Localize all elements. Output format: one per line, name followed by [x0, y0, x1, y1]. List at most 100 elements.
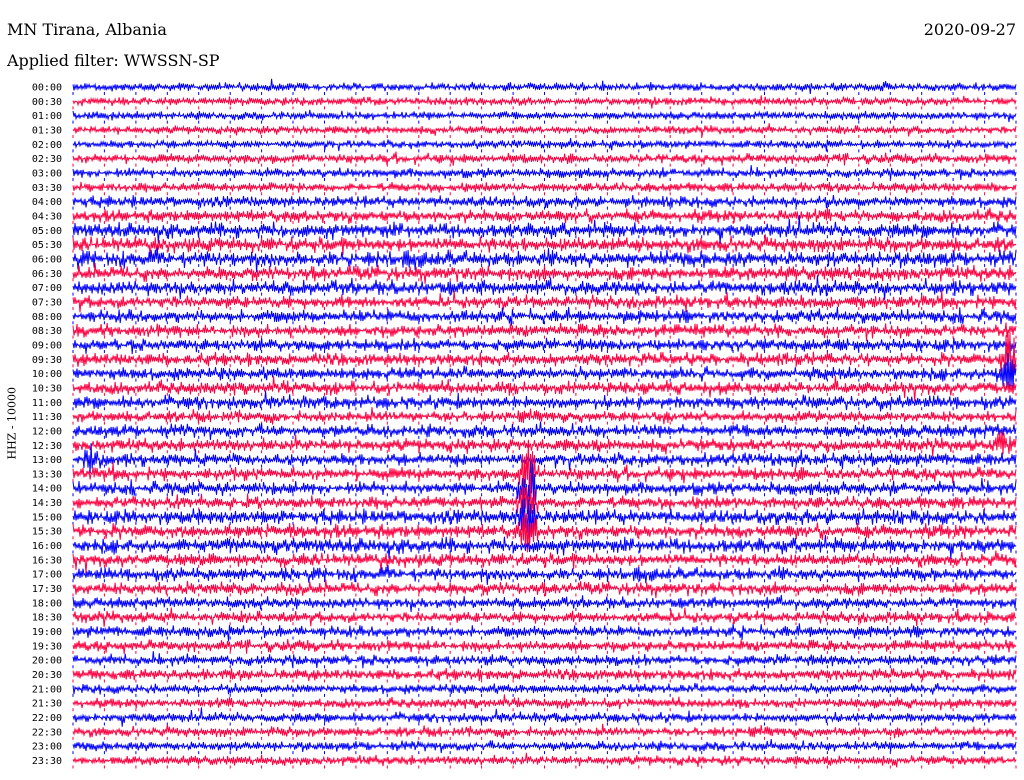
trace-line: [72, 78, 1017, 94]
time-tick-label: 14:00: [32, 484, 62, 495]
time-tick-label: 01:30: [32, 125, 62, 136]
trace-line: [72, 151, 1017, 166]
time-tick-label: 11:00: [32, 398, 62, 409]
time-tick-label: 03:00: [32, 168, 62, 179]
time-tick-label: 22:30: [32, 727, 62, 738]
trace-line: [72, 668, 1017, 682]
trace-line: [72, 123, 1017, 137]
time-tick-label: 02:30: [32, 154, 62, 165]
minute-ticks: [72, 736, 1017, 740]
minute-ticks: [72, 92, 1017, 95]
minute-ticks: [72, 450, 1017, 454]
time-tick-label: 21:30: [32, 699, 62, 710]
time-tick-label: 01:00: [32, 111, 62, 122]
minute-ticks: [72, 564, 1017, 568]
minute-ticks: [72, 149, 1017, 153]
trace-line: [72, 194, 1017, 209]
trace-line: [72, 215, 1017, 245]
time-tick-label: 14:30: [32, 498, 62, 509]
time-tick-label: 15:30: [32, 527, 62, 538]
time-labels: 00:00 00:30 01:00 01:30 02:00 02:30 03:00 03:30…: [32, 83, 62, 768]
time-tick-label: 09:00: [32, 340, 62, 351]
minute-ticks: [72, 650, 1017, 654]
minute-ticks: [72, 593, 1017, 597]
minute-ticks: [72, 765, 1017, 769]
trace-line: [72, 550, 1017, 574]
trace-line: [72, 752, 1017, 768]
minute-ticks: [72, 321, 1017, 325]
time-tick-label: 02:00: [32, 140, 62, 151]
time-tick-label: 20:00: [32, 656, 62, 667]
minute-ticks: [72, 220, 1017, 224]
minute-ticks: [72, 335, 1017, 339]
time-tick-label: 08:00: [32, 312, 62, 323]
helicorder-plot: 00:00 00:30 01:00 01:30 02:00 02:30 03:00 03:30…: [32, 78, 1017, 769]
minute-ticks: [72, 120, 1017, 124]
trace-line: [72, 739, 1017, 754]
time-tick-label: 04:30: [32, 211, 62, 222]
minute-ticks: [72, 751, 1017, 755]
minute-ticks: [72, 349, 1017, 353]
minute-ticks: [72, 364, 1017, 368]
time-tick-label: 04:00: [32, 197, 62, 208]
minute-ticks: [72, 378, 1017, 382]
trace-line: [72, 165, 1017, 180]
minute-ticks: [72, 507, 1017, 511]
minute-ticks: [72, 536, 1017, 540]
time-tick-label: 21:00: [32, 684, 62, 695]
minute-ticks: [72, 106, 1017, 110]
minute-ticks: [72, 435, 1017, 439]
minute-ticks: [72, 622, 1017, 626]
time-tick-label: 16:00: [32, 541, 62, 552]
time-tick-label: 15:00: [32, 512, 62, 523]
minute-ticks: [72, 722, 1017, 726]
time-tick-label: 17:00: [32, 570, 62, 581]
time-tick-label: 16:30: [32, 555, 62, 566]
time-tick-label: 11:30: [32, 412, 62, 423]
seismic-traces: [72, 78, 1017, 769]
time-tick-label: 18:30: [32, 613, 62, 624]
time-tick-label: 19:30: [32, 641, 62, 652]
trace-line: [72, 723, 1017, 739]
time-tick-label: 10:00: [32, 369, 62, 380]
minute-ticks: [72, 134, 1017, 138]
time-tick-label: 07:00: [32, 283, 62, 294]
time-tick-label: 17:30: [32, 584, 62, 595]
minute-ticks: [72, 521, 1017, 525]
minute-ticks: [72, 665, 1017, 669]
minute-ticks: [72, 693, 1017, 697]
minute-ticks: [72, 177, 1017, 181]
minute-ticks: [72, 493, 1017, 497]
trace-line: [72, 109, 1017, 123]
time-tick-label: 12:00: [32, 426, 62, 437]
time-tick-label: 00:30: [32, 97, 62, 108]
minute-ticks: [72, 421, 1017, 425]
minute-ticks: [72, 550, 1017, 554]
time-tick-label: 03:30: [32, 183, 62, 194]
minute-ticks: [72, 206, 1017, 210]
minute-ticks: [72, 163, 1017, 167]
minute-ticks: [72, 636, 1017, 640]
time-tick-label: 20:30: [32, 670, 62, 681]
trace-line: [72, 332, 1017, 387]
time-tick-label: 23:00: [32, 742, 62, 753]
time-tick-label: 00:00: [32, 83, 62, 94]
time-tick-label: 10:30: [32, 383, 62, 394]
time-tick-label: 13:30: [32, 469, 62, 480]
time-tick-label: 13:00: [32, 455, 62, 466]
time-tick-label: 05:30: [32, 240, 62, 251]
trace-line: [72, 682, 1017, 695]
minute-ticks: [72, 607, 1017, 611]
minute-ticks: [72, 579, 1017, 583]
time-tick-label: 18:00: [32, 598, 62, 609]
minute-ticks: [72, 478, 1017, 482]
trace-line: [72, 181, 1017, 194]
minute-ticks: [72, 192, 1017, 196]
minute-ticks: [72, 407, 1017, 411]
time-tick-label: 06:30: [32, 269, 62, 280]
time-tick-label: 12:30: [32, 441, 62, 452]
time-tick-label: 05:00: [32, 226, 62, 237]
time-tick-label: 07:30: [32, 297, 62, 308]
time-tick-label: 09:30: [32, 355, 62, 366]
minute-ticks: [72, 708, 1017, 712]
